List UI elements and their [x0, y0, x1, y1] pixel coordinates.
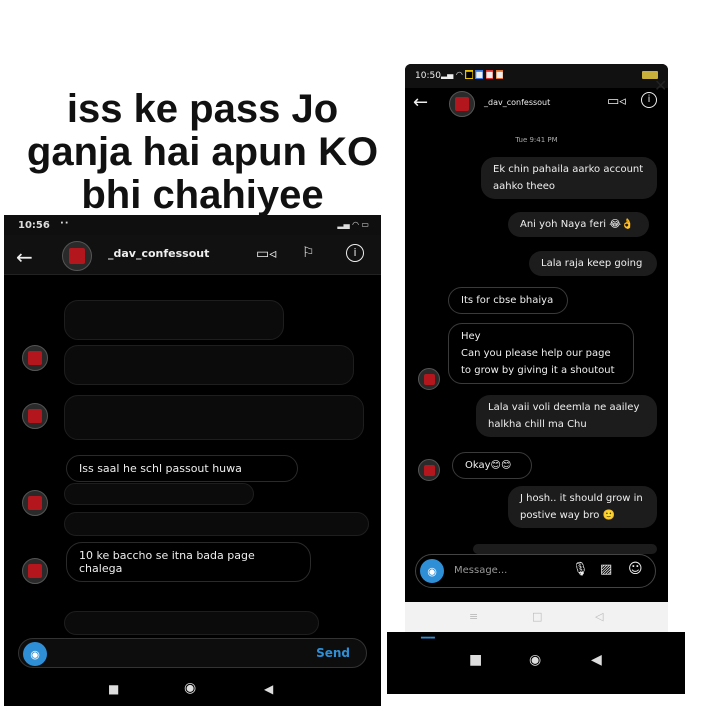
- avatar[interactable]: [449, 91, 475, 117]
- redacted-message: [64, 483, 254, 505]
- avatar: [22, 345, 48, 371]
- avatar[interactable]: [62, 241, 92, 271]
- camera-icon[interactable]: ◉: [23, 642, 47, 666]
- outgoing-message: Ani yoh Naya feri 😂👌: [508, 212, 649, 237]
- close-icon[interactable]: ✕: [654, 76, 667, 95]
- send-button[interactable]: Send: [316, 646, 350, 660]
- message-bubble: Iss saal he schl passout huwa: [66, 455, 298, 482]
- video-call-icon[interactable]: ▭◃: [607, 94, 626, 109]
- incoming-message: Hey Can you please help our page to grow…: [448, 323, 634, 384]
- outgoing-message: Ek chin pahaila aarko account aahko thee…: [481, 157, 657, 199]
- bottom-nav-strip: ▂▂▂ ■ ◉ ◀: [387, 632, 685, 694]
- home-nav-icon[interactable]: ◉: [529, 652, 541, 668]
- back-nav-icon[interactable]: ◀: [264, 682, 273, 696]
- avatar: [22, 558, 48, 584]
- info-icon[interactable]: i: [346, 244, 364, 262]
- avatar: [22, 403, 48, 429]
- android-nav-bar: ■ ◉ ◀: [4, 675, 381, 706]
- caption-line-1: iss ke pass Jo: [66, 87, 339, 131]
- back-arrow-icon[interactable]: ←: [413, 92, 428, 113]
- sticker-icon[interactable]: ☺: [628, 561, 643, 577]
- avatar: [22, 490, 48, 516]
- message-composer[interactable]: ◉ Message... 🎙 ▨ ☺: [415, 554, 656, 588]
- redacted-message: [64, 300, 284, 340]
- partial-link-text: ▂▂▂: [421, 632, 435, 639]
- camera-icon[interactable]: ◉: [420, 559, 444, 583]
- menu-nav-icon[interactable]: ≡: [469, 610, 478, 623]
- caption-line-3: bhi chahiyee: [81, 173, 324, 217]
- home-nav-icon[interactable]: □: [532, 610, 542, 623]
- back-arrow-icon[interactable]: ←: [16, 245, 33, 269]
- android-nav-bar: ≡ □ ◁: [405, 602, 668, 632]
- message-bubble: 10 ke baccho se itna bada page chalega: [66, 542, 311, 582]
- message-timestamp: Tue 9:41 PM: [515, 136, 558, 144]
- gallery-icon[interactable]: ▨: [600, 562, 612, 577]
- recents-nav-icon[interactable]: ■: [108, 682, 119, 696]
- signal-icons: ▂▄ ◠ ■ ■ ■ ■: [441, 70, 504, 79]
- status-bar: 10:50 ▂▄ ◠ ■ ■ ■ ■: [405, 64, 668, 88]
- outgoing-message-partial: [473, 544, 657, 554]
- status-bar: 10:56 ·· ▂▄ ◠ ▭: [4, 215, 381, 235]
- status-time: 10:56: [18, 220, 50, 231]
- avatar: [418, 368, 440, 390]
- redacted-message: [64, 611, 319, 635]
- chat-username[interactable]: _dav_confessout: [484, 98, 550, 107]
- back-nav-icon[interactable]: ◀: [591, 652, 602, 668]
- left-phone-screenshot: 10:56 ·· ▂▄ ◠ ▭ ← _dav_confessout ▭◃ ⚐ i…: [4, 215, 381, 706]
- right-phone-screenshot: 10:50 ▂▄ ◠ ■ ■ ■ ■ ← _dav_confessout ▭◃ …: [405, 64, 668, 632]
- chat-header: ← _dav_confessout ▭◃ ⚐ i: [4, 235, 381, 275]
- message-composer[interactable]: ◉ Send: [18, 638, 367, 668]
- video-call-icon[interactable]: ▭◃: [256, 246, 276, 262]
- status-dots: ··: [60, 218, 70, 229]
- status-time: 10:50: [415, 71, 441, 81]
- recents-nav-icon[interactable]: ■: [469, 652, 482, 668]
- microphone-icon[interactable]: 🎙: [572, 562, 589, 577]
- home-nav-icon[interactable]: ◉: [184, 680, 196, 696]
- outgoing-message: Lala raja keep going: [529, 251, 657, 276]
- avatar: [418, 459, 440, 481]
- redacted-message: [64, 395, 364, 440]
- message-input[interactable]: Message...: [454, 565, 507, 576]
- redacted-message: [64, 512, 369, 536]
- incoming-message: Its for cbse bhaiya: [448, 287, 568, 314]
- incoming-message: Okay😊😊: [452, 452, 532, 479]
- redacted-message: [64, 345, 354, 385]
- back-nav-icon[interactable]: ◁: [595, 610, 603, 623]
- signal-wifi-battery-icon: ▂▄ ◠ ▭: [337, 220, 369, 229]
- meme-caption: iss ke pass Jo ganja hai apun KO bhi cha…: [0, 88, 405, 217]
- caption-line-2: ganja hai apun KO: [26, 130, 379, 174]
- outgoing-message: J hosh.. it should grow in postive way b…: [508, 486, 657, 528]
- flag-icon[interactable]: ⚐: [302, 245, 315, 261]
- outgoing-message: Lala vaii voli deemla ne aailey halkha c…: [476, 395, 657, 437]
- chat-header: ← _dav_confessout ▭◃ i: [405, 88, 668, 120]
- chat-username[interactable]: _dav_confessout: [108, 247, 209, 260]
